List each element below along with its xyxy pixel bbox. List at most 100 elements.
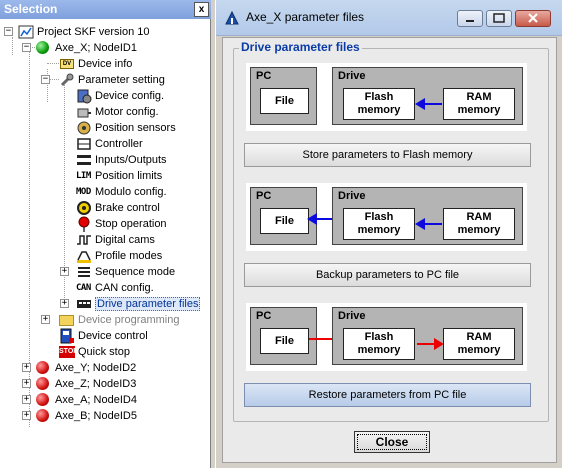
tree-item-device-info[interactable]: DV Device info bbox=[59, 56, 132, 72]
tree-item-label: Axe_X; NodeID1 bbox=[55, 42, 137, 54]
selection-panel-title: Selection bbox=[4, 2, 58, 16]
position-limits-icon: LIM bbox=[76, 171, 91, 181]
pc-box: PC File bbox=[250, 67, 317, 125]
expand-icon[interactable]: + bbox=[22, 395, 31, 404]
tree-item-digital-cams[interactable]: Digital cams bbox=[76, 232, 155, 248]
drive-files-icon bbox=[76, 296, 92, 312]
tree-item-label: Brake control bbox=[95, 202, 160, 214]
tree-item-drive-parameter-files[interactable]: + Drive parameter files bbox=[60, 296, 201, 312]
tree-item-can-config[interactable]: CAN CAN config. bbox=[76, 280, 154, 296]
pc-box: PC File bbox=[250, 307, 317, 365]
drive-label: Drive bbox=[338, 190, 366, 202]
controller-icon bbox=[76, 136, 92, 152]
close-icon[interactable]: x bbox=[194, 2, 209, 17]
expand-icon[interactable]: + bbox=[60, 267, 69, 276]
tree-item-label: Axe_Y; NodeID2 bbox=[55, 362, 137, 374]
modulo-config-icon: MOD bbox=[76, 187, 91, 197]
tree-item-label: Device programming bbox=[78, 314, 180, 326]
tree-item-label: Parameter setting bbox=[78, 74, 165, 86]
pc-label: PC bbox=[256, 190, 272, 202]
tree-item-label: Quick stop bbox=[78, 346, 130, 358]
collapse-icon[interactable]: − bbox=[4, 27, 13, 36]
restore-from-pc-button[interactable]: Restore parameters from PC file bbox=[244, 383, 531, 407]
backup-to-pc-button[interactable]: Backup parameters to PC file bbox=[244, 263, 531, 287]
tree-item-label: Inputs/Outputs bbox=[95, 154, 167, 166]
stop-sign-icon: STOP bbox=[59, 344, 78, 360]
tree-item-axe-z[interactable]: + Axe_Z; NodeID3 bbox=[22, 376, 136, 392]
expand-icon[interactable]: + bbox=[41, 315, 50, 324]
tree-item-label: Project SKF version 10 bbox=[37, 26, 150, 38]
tree-item-device-control[interactable]: Device control bbox=[59, 328, 148, 344]
drive-box: Drive Flash memory RAM memory bbox=[332, 307, 523, 365]
maximize-button[interactable] bbox=[486, 10, 512, 27]
folder-icon bbox=[59, 312, 75, 328]
arrow-ram-to-flash bbox=[415, 98, 442, 110]
tree-item-brake-control[interactable]: Brake control bbox=[76, 200, 160, 216]
tree-item-modulo-config[interactable]: MOD Modulo config. bbox=[76, 184, 167, 200]
drive-label: Drive bbox=[338, 310, 366, 322]
position-sensor-icon bbox=[76, 120, 92, 136]
sequence-mode-icon bbox=[76, 264, 92, 280]
node-status-green-icon bbox=[36, 40, 52, 56]
dialog-client-area: Drive parameter files PC File Drive Flas… bbox=[222, 37, 557, 463]
tree-item-axe-b[interactable]: + Axe_B; NodeID5 bbox=[22, 408, 137, 424]
restore-diagram: PC File Drive Flash memory RAM memory bbox=[246, 303, 527, 371]
expand-icon[interactable]: + bbox=[22, 411, 31, 420]
collapse-icon[interactable]: − bbox=[22, 43, 31, 52]
tree-item-inputs-outputs[interactable]: Inputs/Outputs bbox=[76, 152, 167, 168]
pc-label: PC bbox=[256, 310, 272, 322]
tree-item-profile-modes[interactable]: Profile modes bbox=[76, 248, 162, 264]
close-button[interactable]: Close bbox=[354, 431, 430, 453]
tree-item-label: Controller bbox=[95, 138, 143, 150]
tree-item-parameter-setting[interactable]: − Parameter setting bbox=[41, 72, 165, 88]
tree-item-controller[interactable]: Controller bbox=[76, 136, 143, 152]
project-tree: − Project SKF version 10 − Axe_X; NodeID… bbox=[0, 22, 211, 468]
node-status-red-icon bbox=[36, 392, 52, 408]
pc-label: PC bbox=[256, 70, 272, 82]
brake-icon bbox=[76, 200, 92, 216]
node-status-red-icon bbox=[36, 360, 52, 376]
tree-item-axe-y[interactable]: + Axe_Y; NodeID2 bbox=[22, 360, 136, 376]
tree-item-label: Stop operation bbox=[95, 218, 167, 230]
tree-item-position-limits[interactable]: LIM Position limits bbox=[76, 168, 162, 184]
tree-item-project[interactable]: − Project SKF version 10 bbox=[4, 24, 150, 40]
tree-item-axe-x[interactable]: − Axe_X; NodeID1 bbox=[22, 40, 137, 56]
tree-item-label: Axe_Z; NodeID3 bbox=[55, 378, 137, 390]
tree-item-label: Axe_A; NodeID4 bbox=[55, 394, 137, 406]
dialog-titlebar[interactable]: Axe_X parameter files bbox=[216, 0, 562, 36]
can-config-icon: CAN bbox=[76, 283, 91, 293]
profile-modes-icon bbox=[76, 248, 92, 264]
arrow-ram-to-flash bbox=[415, 218, 442, 230]
expand-icon[interactable]: + bbox=[22, 363, 31, 372]
collapse-icon[interactable]: − bbox=[41, 75, 50, 84]
tree-item-label: CAN config. bbox=[95, 282, 154, 294]
flash-memory-box: Flash memory bbox=[343, 328, 415, 360]
ram-memory-box: RAM memory bbox=[443, 88, 515, 120]
minimize-button[interactable] bbox=[457, 10, 483, 27]
flash-memory-box: Flash memory bbox=[343, 88, 415, 120]
expand-icon[interactable]: + bbox=[60, 299, 69, 308]
inputs-outputs-icon bbox=[76, 152, 92, 168]
selection-panel: Selection x − Project SKF version 10 − A… bbox=[0, 0, 211, 468]
tree-item-motor-config[interactable]: Motor config. bbox=[76, 104, 159, 120]
tree-item-label: Profile modes bbox=[95, 250, 163, 262]
tree-item-sequence-mode[interactable]: + Sequence mode bbox=[60, 264, 175, 280]
parameter-files-dialog: Axe_X parameter files Drive parameter fi… bbox=[215, 0, 562, 468]
tree-item-axe-a[interactable]: + Axe_A; NodeID4 bbox=[22, 392, 137, 408]
ram-memory-box: RAM memory bbox=[443, 208, 515, 240]
tree-item-label: Axe_B; NodeID5 bbox=[55, 410, 137, 422]
file-box: File bbox=[260, 208, 309, 234]
node-status-red-icon bbox=[36, 376, 52, 392]
file-box: File bbox=[260, 328, 309, 354]
tree-item-device-programming[interactable]: + Device programming bbox=[41, 312, 179, 328]
tree-item-label: Device control bbox=[78, 330, 148, 342]
window-close-button[interactable] bbox=[515, 10, 551, 27]
tree-item-device-config[interactable]: Device config. bbox=[76, 88, 164, 104]
motor-icon bbox=[76, 104, 92, 120]
tree-item-quick-stop[interactable]: STOP Quick stop bbox=[59, 344, 130, 360]
tree-item-position-sensors[interactable]: Position sensors bbox=[76, 120, 176, 136]
tree-item-stop-operation[interactable]: Stop operation bbox=[76, 216, 167, 232]
file-box: File bbox=[260, 88, 309, 114]
store-to-flash-button[interactable]: Store parameters to Flash memory bbox=[244, 143, 531, 167]
expand-icon[interactable]: + bbox=[22, 379, 31, 388]
